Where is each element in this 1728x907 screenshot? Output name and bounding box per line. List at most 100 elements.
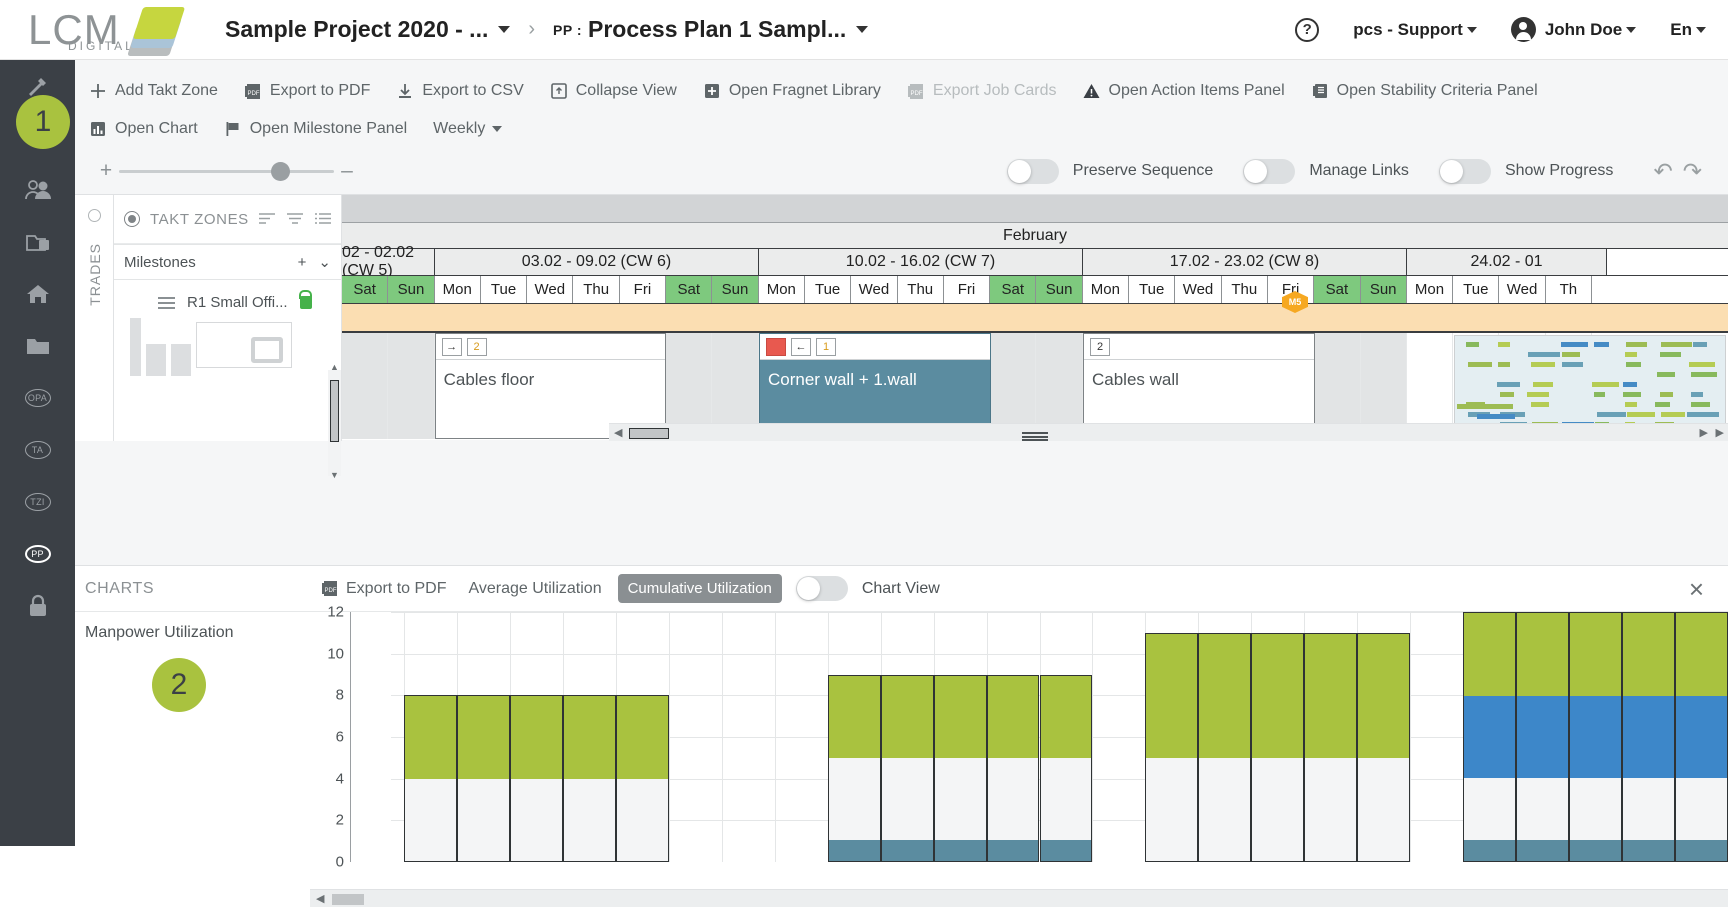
average-utilization-button[interactable]: Average Utilization xyxy=(468,580,601,598)
takt-zones-radio-icon[interactable] xyxy=(124,211,140,227)
chart-bar[interactable] xyxy=(828,675,881,863)
zoom-out-button[interactable]: – xyxy=(334,159,360,183)
sidebar-item-project-folder[interactable] xyxy=(0,216,75,268)
chart-horizontal-scrollbar[interactable]: ◀ xyxy=(310,889,1728,907)
user-menu[interactable]: John Doe xyxy=(1511,17,1636,42)
show-progress-toggle[interactable] xyxy=(1439,159,1491,184)
export-csv-button[interactable]: Export to CSV xyxy=(396,82,523,100)
project-dropdown-caret-icon[interactable] xyxy=(498,26,510,33)
chart-bar-segment xyxy=(1570,696,1621,779)
chart-bar[interactable] xyxy=(1516,612,1569,862)
chart-bar[interactable] xyxy=(1304,633,1357,862)
chart-bar[interactable] xyxy=(934,675,987,863)
takt-zone-row[interactable]: R1 Small Offi... ▲ ▼ xyxy=(114,280,341,400)
task-chip[interactable]: 2 xyxy=(1090,338,1110,356)
zone-scroll-thumb[interactable] xyxy=(330,380,339,442)
minimap-viewport[interactable] xyxy=(1455,336,1726,437)
preserve-sequence-toggle[interactable] xyxy=(1007,159,1059,184)
help-button[interactable]: ? xyxy=(1295,18,1319,42)
chart-bar[interactable] xyxy=(1198,633,1251,862)
language-menu[interactable]: En xyxy=(1670,20,1706,40)
charts-export-pdf-button[interactable]: PDF Export to PDF xyxy=(320,580,446,598)
open-stability-criteria-panel-button[interactable]: Open Stability Criteria Panel xyxy=(1311,82,1538,100)
task-chip[interactable]: 2 xyxy=(467,338,487,356)
milestones-chevron-icon[interactable]: ⌄ xyxy=(318,253,331,271)
trades-column[interactable]: TRADES xyxy=(75,195,114,441)
takt-zone-name: R1 Small Offi... xyxy=(187,294,288,311)
chart-bar[interactable] xyxy=(616,695,669,862)
scroll-left-arrow-icon[interactable]: ◀ xyxy=(614,426,622,439)
sidebar-item-home[interactable] xyxy=(0,268,75,320)
support-menu[interactable]: pcs - Support xyxy=(1353,20,1477,40)
chart-bar[interactable] xyxy=(1040,675,1093,863)
sidebar-item-pp[interactable]: PP xyxy=(0,528,75,580)
chart-bar[interactable] xyxy=(1463,612,1516,862)
chart-bar[interactable] xyxy=(457,695,510,862)
scroll-end-arrow-icon[interactable]: ▶ xyxy=(1716,426,1724,439)
plan-dropdown-caret-icon[interactable] xyxy=(856,26,868,33)
chart-bar[interactable] xyxy=(1569,612,1622,862)
chart-bar[interactable] xyxy=(1675,612,1728,862)
milestones-header[interactable]: Milestones + ⌄ xyxy=(114,244,341,280)
chart-bar[interactable] xyxy=(1622,612,1675,862)
sidebar-item-ta[interactable]: TA xyxy=(0,424,75,476)
zoom-slider[interactable] xyxy=(119,170,334,173)
chart-bar[interactable] xyxy=(563,695,616,862)
drag-handle-icon[interactable] xyxy=(158,297,175,309)
close-charts-panel-button[interactable]: × xyxy=(1689,576,1704,602)
redo-button[interactable]: ↷ xyxy=(1683,158,1702,185)
chart-view-toggle[interactable] xyxy=(796,576,848,601)
zone-thumbnail[interactable] xyxy=(196,322,292,368)
chart-scroll-left-arrow-icon[interactable]: ◀ xyxy=(316,892,324,905)
gantt-scroll-thumb[interactable] xyxy=(629,428,669,439)
zoom-in-button[interactable]: + xyxy=(93,159,119,183)
sidebar-item-files[interactable] xyxy=(0,320,75,372)
task-chip[interactable]: ← xyxy=(791,338,811,356)
sidebar-item-opa[interactable]: OPA xyxy=(0,372,75,424)
scroll-right-arrow-icon[interactable]: ▶ xyxy=(1700,426,1708,439)
open-fragnet-library-button[interactable]: Open Fragnet Library xyxy=(703,82,881,100)
collapse-view-button[interactable]: Collapse View xyxy=(550,82,677,100)
lock-icon[interactable] xyxy=(300,296,312,309)
zone-vertical-scrollbar[interactable]: ▲ ▼ xyxy=(328,370,341,476)
filter-icon[interactable] xyxy=(287,213,303,225)
scroll-up-arrow-icon[interactable]: ▲ xyxy=(330,362,339,372)
chart-bar[interactable] xyxy=(404,695,457,862)
cumulative-utilization-button[interactable]: Cumulative Utilization xyxy=(618,574,782,603)
manpower-utilization-chart[interactable]: 024681012 xyxy=(310,612,1728,877)
export-job-cards-button[interactable]: PDF Export Job Cards xyxy=(907,82,1057,100)
zoom-slider-handle[interactable] xyxy=(271,162,290,181)
period-select[interactable]: Weekly xyxy=(433,120,502,138)
breadcrumb-project[interactable]: Sample Project 2020 - ... xyxy=(225,16,488,43)
chart-bar[interactable] xyxy=(1357,633,1410,862)
sidebar-item-tzi[interactable]: TZI xyxy=(0,476,75,528)
list-icon[interactable] xyxy=(315,213,331,225)
panel-resize-grip[interactable] xyxy=(1022,432,1048,441)
chart-bar[interactable] xyxy=(881,675,934,863)
sidebar-item-lock[interactable] xyxy=(0,580,75,632)
chart-scroll-thumb[interactable] xyxy=(332,894,364,905)
chart-bar[interactable] xyxy=(1251,633,1304,862)
undo-button[interactable]: ↶ xyxy=(1653,158,1672,185)
open-milestone-panel-button[interactable]: Open Milestone Panel xyxy=(224,120,407,138)
sort-icon[interactable] xyxy=(259,213,275,225)
chart-bar[interactable] xyxy=(510,695,563,862)
task-chip[interactable]: 1 xyxy=(816,338,836,356)
chart-bar[interactable] xyxy=(987,675,1040,863)
app-logo[interactable]: LCM DIGITAL xyxy=(0,4,225,56)
task-chip[interactable]: → xyxy=(442,338,462,356)
open-action-items-panel-button[interactable]: Open Action Items Panel xyxy=(1083,82,1285,100)
trades-radio-icon[interactable] xyxy=(88,209,101,222)
export-pdf-button[interactable]: PDF Export to PDF xyxy=(244,82,370,100)
gantt-horizontal-scrollbar[interactable]: ◀ ▶ ▶ xyxy=(609,423,1728,441)
add-takt-zone-button[interactable]: Add Takt Zone xyxy=(89,82,218,100)
task-chip-color[interactable] xyxy=(766,338,786,356)
gantt-minimap[interactable] xyxy=(1454,335,1726,437)
manage-links-toggle[interactable] xyxy=(1243,159,1295,184)
breadcrumb-plan[interactable]: Process Plan 1 Sampl... xyxy=(588,16,846,43)
open-chart-button[interactable]: Open Chart xyxy=(89,120,198,138)
add-milestone-button[interactable]: + xyxy=(298,254,307,271)
chart-bar[interactable] xyxy=(1145,633,1198,862)
scroll-down-arrow-icon[interactable]: ▼ xyxy=(330,470,339,480)
sidebar-item-users[interactable] xyxy=(0,164,75,216)
